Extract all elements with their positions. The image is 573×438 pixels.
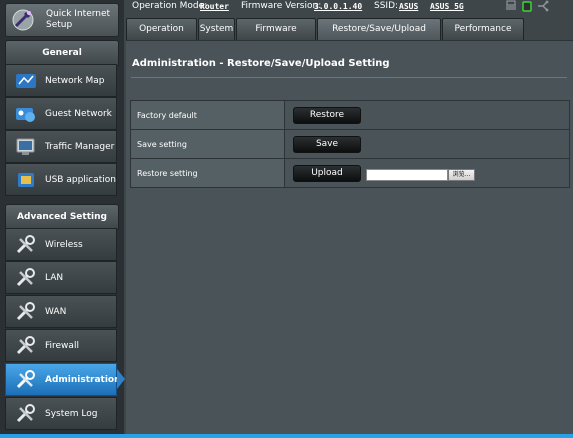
sidebar-item-traffic-manager[interactable]: Traffic Manager (5, 130, 117, 163)
tab-operation-mode[interactable]: Operation Mode (126, 18, 197, 55)
sidebar: Quick Internet Setup General Network Map… (0, 0, 124, 434)
table-row: Factory default Restore (130, 100, 570, 130)
upload-button[interactable]: Upload (293, 165, 361, 182)
tools-icon (16, 302, 35, 321)
ssid-label: SSID: (374, 1, 399, 11)
router-admin-window: Quick Internet Setup General Network Map… (0, 0, 573, 438)
tab-performance-tuning[interactable]: Performance tuning (442, 18, 524, 55)
sidebar-item-lan[interactable]: LAN (5, 261, 117, 294)
sidebar-item-label: Traffic Manager (45, 142, 115, 152)
quick-internet-setup-label: Quick Internet Setup (46, 9, 111, 30)
sidebar-item-label: WAN (45, 307, 67, 317)
sidebar-item-label: LAN (45, 273, 64, 283)
usb-device-icon[interactable] (521, 0, 533, 12)
restore-setting-label: Restore setting (130, 158, 285, 188)
advanced-setting-header: Advanced Setting (5, 204, 119, 230)
sidebar-item-guest-network[interactable]: Guest Network (5, 97, 117, 130)
sidebar-item-firewall[interactable]: Firewall (5, 329, 117, 362)
usb-application-icon (18, 173, 34, 187)
bottom-accent-bar (0, 434, 573, 438)
save-setting-label: Save setting (130, 129, 285, 159)
sidebar-item-usb-application[interactable]: USB application (5, 163, 117, 196)
factory-default-cell: Restore (284, 100, 570, 130)
tools-icon (16, 370, 35, 389)
network-map-icon (16, 74, 36, 88)
sidebar-item-label: Firewall (45, 341, 79, 351)
sidebar-item-wan[interactable]: WAN (5, 295, 117, 328)
save-button[interactable]: Save (293, 136, 361, 153)
table-row: Save setting Save (130, 129, 570, 159)
ssid-link-5g[interactable]: ASUS_5G (430, 2, 464, 11)
quick-internet-setup-button[interactable]: Quick Internet Setup (5, 3, 119, 37)
browse-button[interactable]: 浏览... (448, 169, 475, 181)
table-row: Restore setting Upload 浏览... (130, 158, 570, 188)
restore-setting-cell: Upload 浏览... (284, 158, 570, 188)
sidebar-item-label: Administration (45, 375, 121, 385)
sidebar-item-system-log[interactable]: System Log (5, 397, 117, 430)
main-panel: Administration - Restore/Save/Upload Set… (126, 40, 573, 435)
save-setting-cell: Save (284, 129, 570, 159)
general-header: General (5, 40, 119, 66)
operation-mode-label: Operation Mode: (132, 1, 208, 11)
status-bar: Operation Mode: Router Firmware Version:… (129, 0, 573, 14)
restore-button[interactable]: Restore (293, 107, 361, 124)
sidebar-item-label: System Log (45, 409, 98, 419)
tab-system[interactable]: System (198, 18, 235, 40)
firmware-version-link[interactable]: 3.0.0.1.40 (314, 2, 362, 11)
file-path-input[interactable] (366, 169, 448, 181)
printer-icon[interactable] (505, 0, 517, 12)
operation-mode-link[interactable]: Router (200, 2, 229, 11)
tools-icon (16, 404, 35, 423)
tools-icon (16, 336, 35, 355)
sidebar-item-wireless[interactable]: Wireless (5, 228, 117, 261)
firmware-label: Firmware Version: (241, 1, 322, 11)
factory-default-label: Factory default (130, 100, 285, 130)
network-status-icon[interactable] (537, 0, 549, 12)
sidebar-item-label: Guest Network (45, 109, 112, 119)
guest-network-icon (16, 108, 35, 122)
sidebar-item-network-map[interactable]: Network Map (5, 64, 117, 97)
traffic-manager-icon (16, 138, 35, 155)
tab-restore-save-upload[interactable]: Restore/Save/Upload Setting (317, 18, 441, 55)
wizard-icon (12, 9, 34, 31)
page-title: Administration - Restore/Save/Upload Set… (132, 58, 390, 69)
sidebar-item-label: Network Map (45, 76, 105, 86)
active-item-pointer (117, 369, 125, 389)
title-divider (131, 77, 567, 78)
sidebar-item-label: USB application (45, 175, 116, 185)
sidebar-item-administration[interactable]: Administration (5, 363, 121, 396)
tools-icon (16, 268, 35, 287)
ssid-link-24g[interactable]: ASUS (399, 2, 418, 11)
tools-icon (16, 235, 35, 254)
settings-table: Factory default Restore Save setting Sav… (130, 100, 570, 188)
sidebar-item-label: Wireless (45, 240, 83, 250)
tab-firmware-upgrade[interactable]: Firmware Upgrade (236, 18, 316, 55)
